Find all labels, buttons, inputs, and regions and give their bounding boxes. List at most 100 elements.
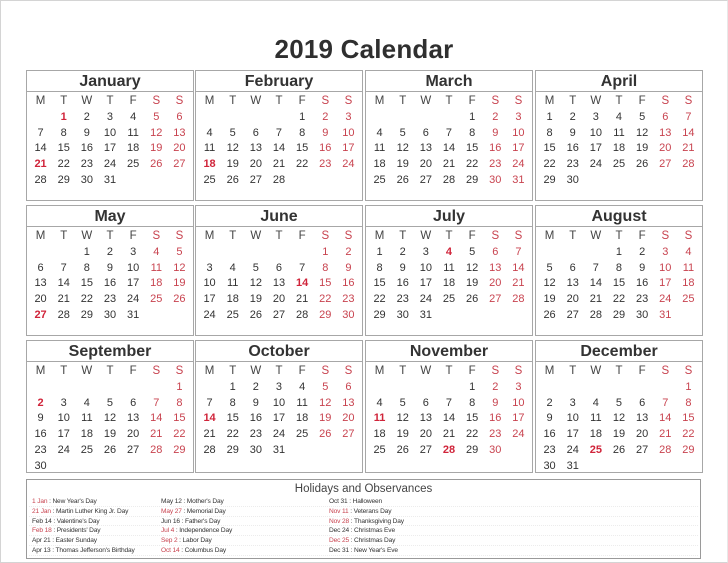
weekday-header: T	[275, 95, 283, 107]
day-cell: 31	[659, 308, 672, 321]
weekday-header: F	[129, 230, 137, 242]
holiday-date: May 12	[161, 498, 182, 505]
day-cell: 1	[299, 110, 306, 123]
weekday-header: S	[661, 365, 670, 377]
weekday-header: T	[60, 95, 68, 107]
weekday-header: M	[35, 95, 46, 107]
weekday-header: F	[129, 365, 137, 377]
day-cell: 3	[569, 396, 576, 409]
day-cell: 8	[299, 126, 306, 139]
month-february: February M T W T F S S 1 2 3 4 5 6 7 8 9 10 11 12 13 14 15 16 17…	[195, 70, 363, 201]
day-cell: 21	[296, 293, 309, 306]
day-cell: 10	[203, 277, 216, 290]
empty-cell	[244, 245, 267, 261]
weekday-header: T	[106, 95, 114, 107]
day-cell: 7	[60, 261, 67, 274]
weekday-header: M	[35, 230, 46, 242]
weekday-header: M	[544, 365, 555, 377]
day-cell: 18	[612, 142, 626, 155]
holiday-item: 1 Jan : New Year's Day	[32, 497, 135, 507]
day-cell: 3	[422, 245, 429, 258]
weekday-header: S	[514, 365, 523, 377]
holiday-name: Memorial Day	[186, 507, 226, 515]
month-name: May	[27, 206, 193, 227]
day-cell: 1	[83, 245, 90, 258]
empty-cell	[414, 110, 437, 126]
month-september: September M T W T F S S 1 2 3 4 5 6 7 8 9 10 11 12 13 14 15 16 1…	[26, 340, 194, 473]
empty-cell	[561, 245, 584, 261]
day-cell: 7	[445, 126, 453, 139]
day-cell: 15	[543, 142, 556, 155]
page-title: 2019 Calendar	[274, 34, 454, 64]
day-cell: 10	[272, 396, 286, 409]
day-cell: 5	[252, 261, 259, 274]
day-cell: 23	[319, 158, 332, 171]
day-cell: 25	[442, 293, 456, 306]
empty-cell	[437, 110, 460, 126]
day-cell: 25	[80, 443, 93, 456]
empty-cell	[198, 245, 221, 261]
day-cell: 16	[342, 277, 355, 290]
day-cell: 17	[589, 142, 602, 155]
day-cell: 17	[57, 428, 70, 441]
day-cell: 18	[442, 277, 456, 290]
day-cell: 22	[296, 158, 309, 171]
day-cell: 30	[103, 308, 117, 321]
day-cell: 30	[543, 459, 556, 472]
day-cell: 27	[127, 443, 140, 456]
day-cell: 27	[419, 443, 432, 456]
day-cell: 20	[489, 277, 502, 290]
day-cell: 25	[296, 428, 309, 441]
holiday-date: May 27	[161, 507, 182, 515]
weekday-header: T	[445, 230, 453, 242]
day-cell: 11	[590, 412, 602, 425]
day-cell: 23	[489, 428, 502, 441]
holiday-day-cell: 4	[445, 245, 453, 258]
day-cell: 10	[589, 126, 602, 139]
day-cell: 7	[299, 261, 306, 274]
holiday-name: Christmas Day	[354, 537, 396, 545]
day-cell: 14	[34, 142, 47, 155]
day-cell: 10	[659, 261, 672, 274]
weekday-header: T	[229, 95, 237, 107]
day-cell: 22	[226, 428, 239, 441]
day-cell: 19	[226, 158, 239, 171]
day-cell: 5	[229, 126, 236, 139]
holiday-name: Independence Day	[179, 527, 233, 535]
holiday-name: New Year's Day	[52, 498, 97, 505]
day-cell: 24	[272, 428, 286, 441]
weekday-header: F	[129, 95, 137, 107]
day-cell: 25	[682, 293, 695, 306]
day-cell: 11	[613, 126, 625, 139]
weekday-header: T	[445, 365, 453, 377]
day-cell: 31	[566, 459, 579, 472]
holiday-item: Dec 31 : New Year's Eve	[329, 546, 404, 556]
holiday-name: Halloween	[352, 498, 383, 505]
day-cell: 27	[636, 443, 649, 456]
day-cell: 24	[566, 443, 579, 456]
day-cell: 20	[419, 428, 432, 441]
holiday-name: Martin Luther King Jr. Day	[55, 507, 129, 515]
day-cell: 6	[252, 126, 259, 139]
holidays-column: 1 Jan : New Year's Day 21 Jan : Martin Lu…	[32, 497, 135, 556]
weekday-header: S	[344, 230, 353, 242]
day-cell: 3	[275, 380, 283, 393]
day-cell: 15	[682, 412, 695, 425]
day-cell: 4	[229, 261, 236, 274]
holiday-item: Oct 31 : Halloween	[329, 497, 404, 507]
day-cell: 28	[296, 308, 309, 321]
day-cell: 15	[57, 142, 70, 155]
day-cell: 3	[130, 245, 137, 258]
day-cell: 8	[60, 126, 67, 139]
weekday-header: M	[204, 95, 215, 107]
weekday-header: S	[661, 95, 670, 107]
holiday-item: May 27 : Memorial Day	[161, 507, 232, 517]
day-cell: 5	[639, 110, 646, 123]
day-cell: 22	[373, 293, 386, 306]
empty-cell	[368, 110, 391, 126]
day-cell: 6	[569, 261, 576, 274]
day-cell: 29	[466, 443, 479, 456]
weekday-header: S	[152, 95, 161, 107]
day-cell: 13	[249, 142, 262, 155]
day-cell: 5	[399, 396, 406, 409]
